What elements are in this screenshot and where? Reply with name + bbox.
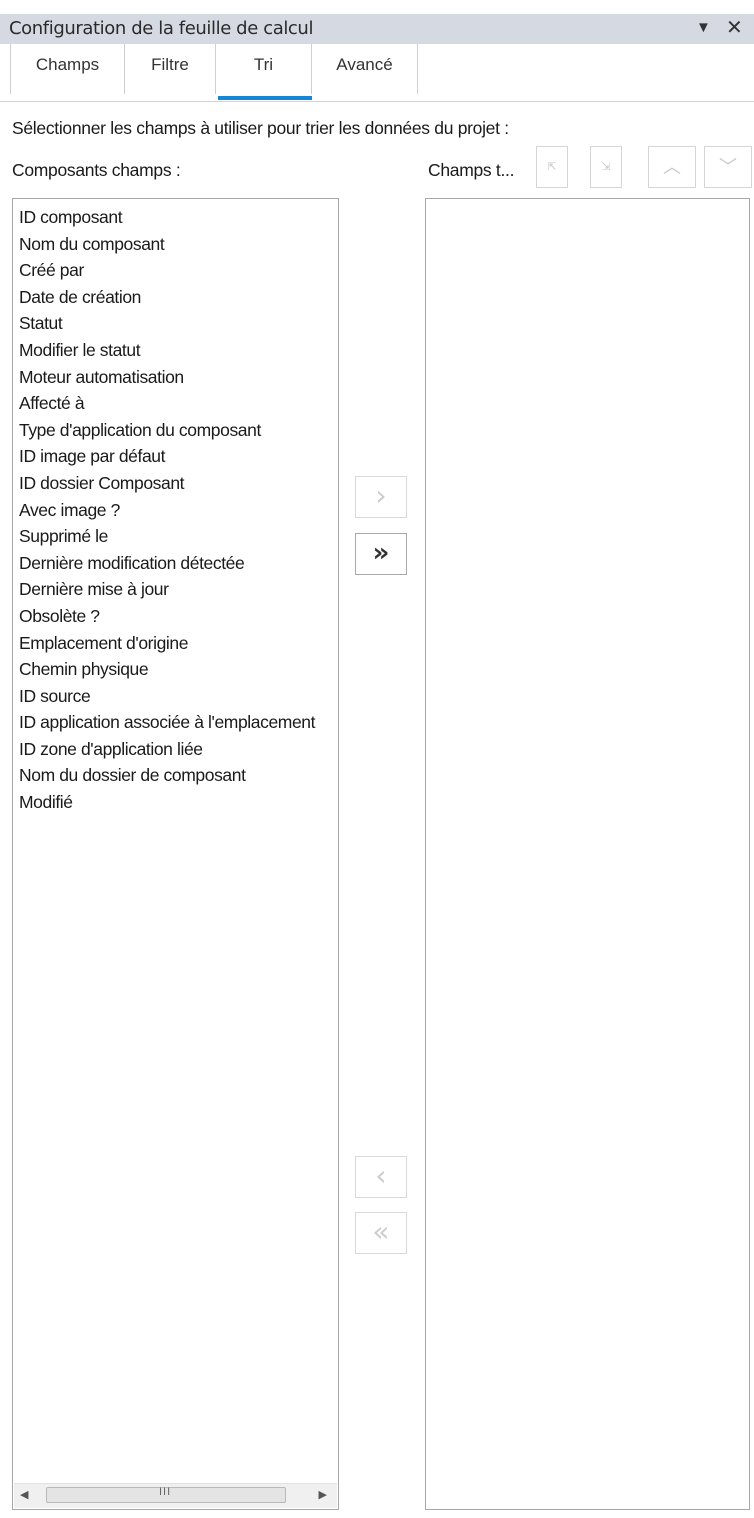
list-item[interactable]: Dernière modification détectée <box>19 550 338 577</box>
scrollbar-thumb[interactable]: III <box>46 1486 286 1503</box>
add-field-button[interactable]: › <box>355 476 407 518</box>
list-item[interactable]: Créé par <box>19 257 338 284</box>
list-item[interactable]: Affecté à <box>19 390 338 417</box>
move-to-top-button[interactable]: ⇱ <box>536 146 568 188</box>
list-item[interactable]: Date de création <box>19 284 338 311</box>
source-fields-label: Composants champs : <box>12 160 181 180</box>
list-item[interactable]: Type d'application du composant <box>19 417 338 444</box>
list-item[interactable]: ID source <box>19 683 338 710</box>
list-item[interactable]: Obsolète ? <box>19 603 338 630</box>
add-all-fields-button[interactable]: » <box>355 533 407 575</box>
remove-field-button[interactable]: ‹ <box>355 1156 407 1198</box>
sort-instruction: Sélectionner les champs à utiliser pour … <box>12 118 509 138</box>
tab-champs[interactable]: Champs <box>10 44 125 94</box>
scroll-left-arrow-icon[interactable]: ◀ <box>20 1488 28 1501</box>
scrollbar-grip-icon: III <box>159 1486 172 1498</box>
move-up-button[interactable]: ︿ <box>648 146 696 188</box>
source-fields-items: ID composant Nom du composant Créé par Date… <box>19 204 338 816</box>
list-item[interactable]: Chemin physique <box>19 656 338 683</box>
list-item[interactable]: Supprimé le <box>19 523 338 550</box>
list-item[interactable]: Nom du composant <box>19 231 338 258</box>
list-item[interactable]: Nom du dossier de composant <box>19 762 338 789</box>
list-item[interactable]: ID zone d'application liée <box>19 736 338 763</box>
move-to-bottom-button[interactable]: ⇲ <box>590 146 622 188</box>
tab-avance[interactable]: Avancé <box>312 44 418 94</box>
tab-divider <box>0 101 754 102</box>
tab-tri[interactable]: Tri <box>216 44 312 94</box>
list-item[interactable]: Moteur automatisation <box>19 364 338 391</box>
list-item[interactable]: ID composant <box>19 204 338 231</box>
panel-titlebar: Configuration de la feuille de calcul ▼ … <box>0 14 754 44</box>
remove-all-fields-button[interactable]: « <box>355 1212 407 1254</box>
list-item[interactable]: ID application associée à l'emplacement <box>19 709 338 736</box>
source-fields-list[interactable]: ID composant Nom du composant Créé par Date… <box>12 198 339 1510</box>
list-item[interactable]: ID image par défaut <box>19 443 338 470</box>
sort-fields-list[interactable] <box>425 198 750 1510</box>
panel-title: Configuration de la feuille de calcul <box>9 18 314 39</box>
list-item[interactable]: Statut <box>19 310 338 337</box>
list-item[interactable]: Modifier le statut <box>19 337 338 364</box>
panel-menu-dropdown-icon[interactable]: ▼ <box>696 19 711 36</box>
active-tab-indicator <box>218 96 312 100</box>
sort-fields-label: Champs t... <box>428 160 515 180</box>
list-item[interactable]: Dernière mise à jour <box>19 576 338 603</box>
scroll-right-arrow-icon[interactable]: ▶ <box>319 1488 327 1501</box>
list-item[interactable]: Avec image ? <box>19 497 338 524</box>
horizontal-scrollbar[interactable]: ◀ III ▶ <box>14 1483 337 1508</box>
list-item[interactable]: Emplacement d'origine <box>19 630 338 657</box>
list-item[interactable]: Modifié <box>19 789 338 816</box>
tab-filtre[interactable]: Filtre <box>125 44 216 94</box>
tab-bar: Champs Filtre Tri Avancé <box>0 44 754 100</box>
move-down-button[interactable]: ﹀ <box>704 146 752 188</box>
list-item[interactable]: ID dossier Composant <box>19 470 338 497</box>
close-icon[interactable]: ✕ <box>726 15 743 39</box>
